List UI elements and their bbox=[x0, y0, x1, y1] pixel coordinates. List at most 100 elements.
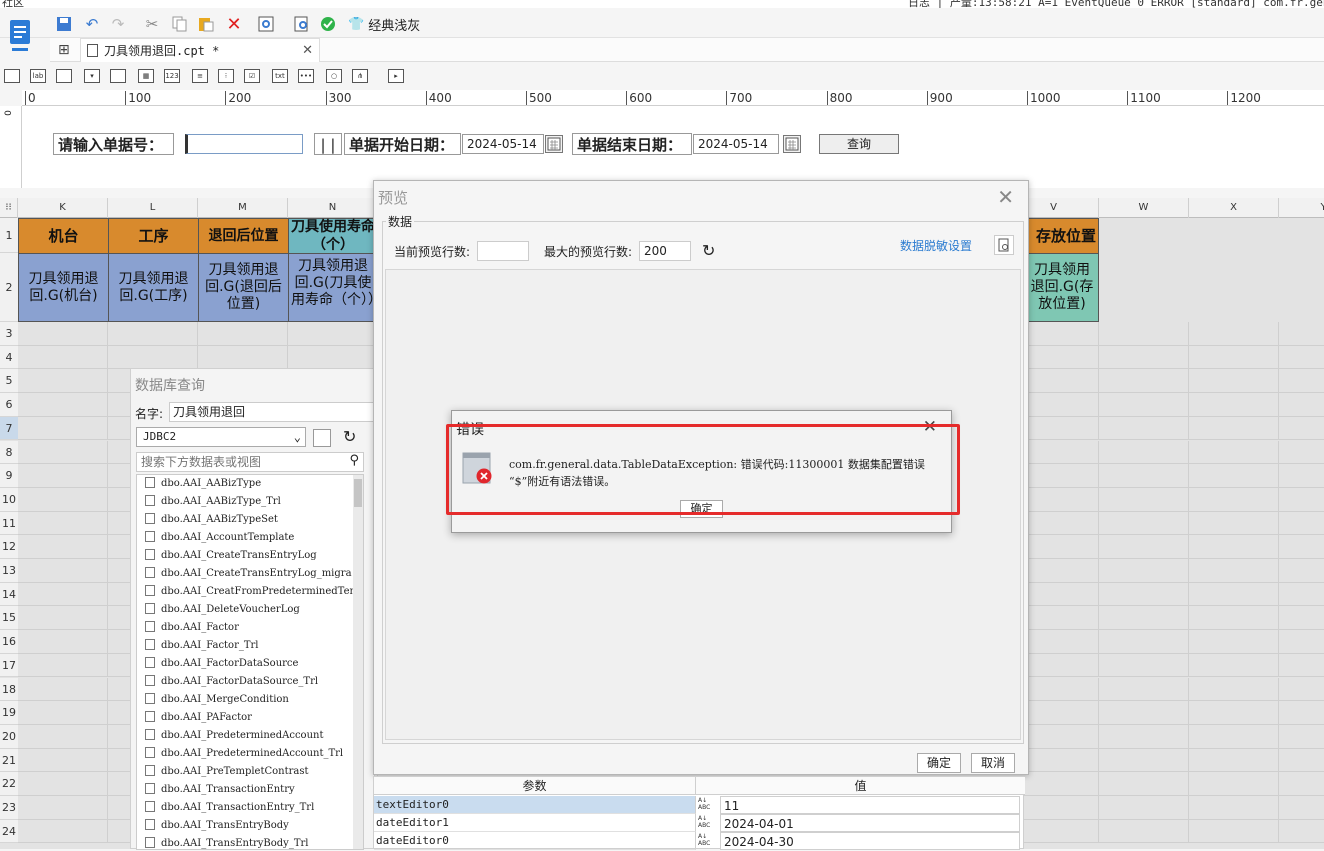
grid-cell[interactable] bbox=[18, 630, 108, 654]
grid-cell[interactable] bbox=[1189, 535, 1279, 559]
table-list-item[interactable]: dbo.AAI_PreTempletContrast bbox=[145, 763, 353, 781]
more-widget-icon[interactable]: ▸ bbox=[388, 69, 404, 83]
grid-cell[interactable] bbox=[198, 322, 288, 346]
row-header[interactable]: 10 bbox=[0, 487, 18, 512]
grid-cell[interactable] bbox=[18, 582, 108, 607]
type-abc-icon[interactable]: A↓ ABC bbox=[698, 833, 716, 849]
corner-cell[interactable]: ⁝⁝ bbox=[0, 198, 18, 218]
grid-cell[interactable] bbox=[1189, 345, 1279, 370]
param-name-cell[interactable]: dateEditor0 bbox=[374, 832, 696, 850]
row-header[interactable]: 19 bbox=[0, 701, 18, 725]
grid-cell[interactable] bbox=[18, 724, 108, 749]
grid-cell[interactable] bbox=[1189, 487, 1279, 512]
grid-cell[interactable] bbox=[1099, 677, 1189, 702]
grid-cell[interactable] bbox=[1279, 701, 1324, 725]
save-icon[interactable] bbox=[54, 14, 74, 34]
table-list-item[interactable]: dbo.AAI_PredeterminedAccount bbox=[145, 727, 353, 745]
grid-cell[interactable] bbox=[1279, 654, 1324, 678]
row-header[interactable]: 23 bbox=[0, 796, 18, 820]
grid-cell[interactable] bbox=[1189, 416, 1279, 441]
header-cell-storage-location[interactable]: 存放位置 bbox=[1025, 218, 1099, 254]
grid-cell[interactable] bbox=[1099, 511, 1189, 536]
grid-cell[interactable] bbox=[1279, 512, 1324, 536]
grid-cell[interactable] bbox=[1189, 511, 1279, 536]
table-list-item[interactable]: dbo.AAI_CreateTransEntryLog bbox=[145, 547, 353, 565]
max-rows-input[interactable]: 200 bbox=[639, 241, 691, 261]
table-list-item[interactable]: dbo.AAI_Factor bbox=[145, 619, 353, 637]
grid-cell[interactable] bbox=[1279, 441, 1324, 465]
grid-cell[interactable] bbox=[18, 464, 108, 488]
theme-button[interactable]: 👕 经典浅灰 bbox=[348, 15, 420, 34]
row-header[interactable]: 5 bbox=[0, 369, 18, 394]
grid-cell[interactable] bbox=[18, 416, 108, 441]
label-widget-icon[interactable] bbox=[4, 69, 20, 83]
grid-cell[interactable] bbox=[1189, 630, 1279, 654]
row-header[interactable]: 1 bbox=[0, 218, 18, 253]
tree-widget-icon[interactable]: ⋔ bbox=[352, 69, 368, 83]
col-header-l[interactable]: L bbox=[108, 198, 198, 218]
row-header[interactable]: 16 bbox=[0, 630, 18, 654]
refresh-preview-icon[interactable]: ↻ bbox=[702, 241, 715, 260]
table-list-item[interactable]: dbo.AAI_TransactionEntry_Trl bbox=[145, 799, 353, 817]
date-widget-icon[interactable] bbox=[110, 69, 126, 83]
grid-cell[interactable] bbox=[198, 345, 288, 370]
row-header[interactable]: 8 bbox=[0, 440, 18, 465]
grid-cell[interactable] bbox=[18, 487, 108, 512]
grid-cell[interactable] bbox=[1189, 819, 1279, 844]
grid-cell[interactable] bbox=[1189, 701, 1279, 725]
grid-cell[interactable] bbox=[1279, 535, 1324, 559]
start-date-input[interactable]: 2024-05-14 bbox=[462, 134, 544, 154]
grid-cell[interactable] bbox=[18, 535, 108, 559]
end-calendar-icon[interactable] bbox=[783, 135, 801, 153]
grid-cell[interactable] bbox=[1279, 393, 1324, 417]
lab-widget-icon[interactable]: lab bbox=[30, 69, 46, 83]
param-name-cell[interactable]: textEditor0 bbox=[374, 796, 696, 814]
row-header[interactable]: 22 bbox=[0, 772, 18, 796]
checkbox-widget-icon[interactable]: ☑ bbox=[244, 69, 260, 83]
grid-cell[interactable] bbox=[1099, 606, 1189, 631]
col-header-n[interactable]: N bbox=[288, 198, 378, 218]
radio-widget-icon[interactable]: ⁝ bbox=[218, 69, 234, 83]
grid-cell[interactable] bbox=[1099, 393, 1189, 417]
connection-select[interactable]: JDBC2 ⌄ bbox=[136, 427, 306, 447]
row-header[interactable]: 24 bbox=[0, 819, 18, 844]
grid-icon[interactable]: ⊞ bbox=[58, 42, 70, 58]
undo-icon[interactable]: ↶ bbox=[82, 14, 102, 34]
combo-widget-icon[interactable]: ▾ bbox=[84, 69, 100, 83]
grid-cell[interactable] bbox=[18, 393, 108, 417]
table-list-item[interactable]: dbo.AAI_TransactionEntry bbox=[145, 781, 353, 799]
grid-cell[interactable] bbox=[1099, 559, 1189, 583]
grid-cell[interactable] bbox=[1279, 820, 1324, 844]
doc-no-input[interactable] bbox=[185, 134, 303, 154]
table-list-item[interactable]: dbo.AAI_AABizType bbox=[145, 475, 353, 493]
grid-cell[interactable] bbox=[1099, 487, 1189, 512]
grid-cell[interactable] bbox=[1099, 464, 1189, 488]
table-list-item[interactable]: dbo.AAI_TransEntryBody bbox=[145, 817, 353, 835]
grid-cell[interactable] bbox=[1189, 322, 1279, 346]
grid-cell[interactable] bbox=[1279, 772, 1324, 796]
header-cell-return-location[interactable]: 退回后位置 bbox=[198, 218, 289, 254]
button-widget-icon[interactable] bbox=[56, 69, 72, 83]
table-list-item[interactable]: dbo.AAI_Factor_Trl bbox=[145, 637, 353, 655]
grid-cell[interactable] bbox=[18, 819, 108, 844]
grid-cell[interactable] bbox=[1099, 582, 1189, 607]
grid-cell[interactable] bbox=[1279, 606, 1324, 631]
col-header-y[interactable]: Y bbox=[1279, 198, 1324, 218]
row-header[interactable]: 11 bbox=[0, 511, 18, 536]
grid-cell[interactable] bbox=[18, 677, 108, 702]
grid-cell[interactable] bbox=[18, 322, 108, 346]
grid-cell[interactable] bbox=[1099, 440, 1189, 465]
grid-cell[interactable] bbox=[1099, 819, 1189, 844]
grid-cell[interactable] bbox=[1189, 724, 1279, 749]
edit-connection-icon[interactable] bbox=[313, 429, 331, 447]
row-header[interactable]: 20 bbox=[0, 724, 18, 749]
grid-cell[interactable] bbox=[108, 345, 198, 370]
row-header[interactable]: 6 bbox=[0, 393, 18, 417]
grid-cell[interactable] bbox=[1189, 748, 1279, 773]
row-header[interactable]: 3 bbox=[0, 322, 18, 346]
data-cell-tool-life[interactable]: 刀具领用退回.G(刀具使用寿命（个）） bbox=[288, 253, 378, 322]
app-logo-icon[interactable] bbox=[8, 18, 32, 54]
col-header-x[interactable]: X bbox=[1189, 198, 1279, 218]
row-header[interactable]: 4 bbox=[0, 345, 18, 370]
grid-cell[interactable] bbox=[288, 345, 378, 370]
